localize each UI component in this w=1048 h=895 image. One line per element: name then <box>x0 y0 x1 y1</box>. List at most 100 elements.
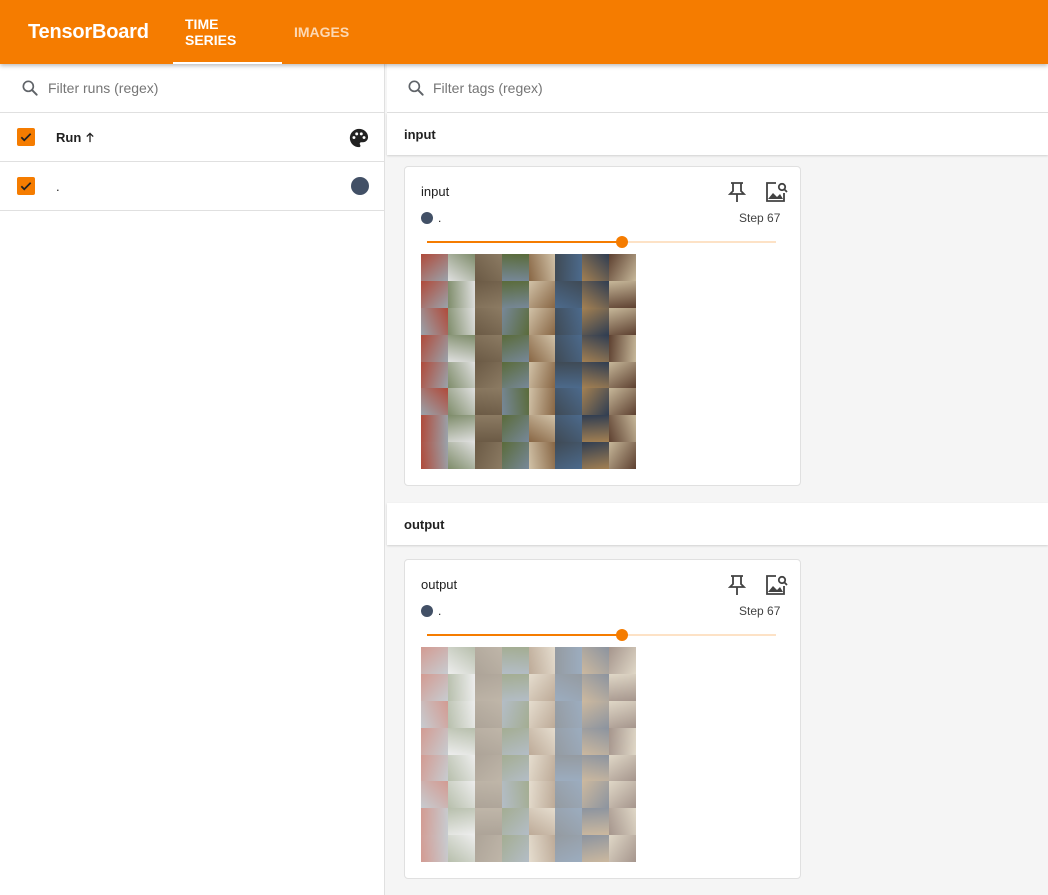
image-tile <box>421 727 448 755</box>
image-tile <box>421 673 448 701</box>
image-tile <box>528 727 556 755</box>
step-slider-fill <box>427 241 623 243</box>
run-checkbox[interactable] <box>17 177 35 195</box>
step-slider[interactable] <box>427 629 776 641</box>
run-column-header[interactable]: Run <box>56 130 95 145</box>
image-tile <box>582 280 610 308</box>
step-slider[interactable] <box>427 236 776 248</box>
tab-images[interactable]: IMAGES <box>282 0 361 64</box>
image-tile <box>421 415 448 443</box>
image-tile <box>421 442 448 469</box>
image-search-icon[interactable] <box>764 574 788 596</box>
image-tile <box>582 754 610 782</box>
run-color-swatch[interactable] <box>351 177 369 195</box>
image-tile <box>555 647 583 674</box>
run-row: . <box>0 162 384 211</box>
image-tile <box>555 727 583 755</box>
image-tile <box>609 388 636 416</box>
runs-filter[interactable]: Filter runs (regex) <box>0 64 384 113</box>
image-tile <box>447 334 475 362</box>
image-tile <box>555 361 583 389</box>
image-tile <box>421 388 448 416</box>
image-tile <box>474 781 502 809</box>
image-tile <box>528 647 556 674</box>
image-tile <box>609 835 636 862</box>
image-tile <box>447 673 475 701</box>
runs-filter-input[interactable]: Filter runs (regex) <box>48 80 158 96</box>
step-label: Step 67 <box>739 211 781 225</box>
image-tile <box>582 388 610 416</box>
image-tile <box>555 307 583 335</box>
run-name: . <box>56 178 60 194</box>
tab-time-series[interactable]: TIME SERIES <box>173 0 282 64</box>
image-tile <box>555 280 583 308</box>
image-tile <box>609 442 636 469</box>
image-tile <box>555 700 583 728</box>
image-tile <box>447 808 475 836</box>
image-tile <box>447 307 475 335</box>
pin-icon[interactable] <box>728 574 746 596</box>
pin-icon[interactable] <box>728 181 746 203</box>
image-tile <box>474 647 502 674</box>
image-tile <box>474 727 502 755</box>
image-tile <box>555 415 583 443</box>
image-tile <box>447 835 475 862</box>
image-tile <box>447 442 475 469</box>
runs-sidebar: Filter runs (regex) Run . <box>0 64 385 895</box>
image-tile <box>582 835 610 862</box>
image-tile <box>474 700 502 728</box>
image-tile <box>609 700 636 728</box>
image-tile <box>555 808 583 836</box>
image-tile <box>609 254 636 281</box>
step-slider-fill <box>427 634 623 636</box>
image-tile <box>609 415 636 443</box>
image-tile <box>501 647 529 674</box>
image-tile <box>609 361 636 389</box>
image-tile <box>474 835 502 862</box>
card-title: output <box>421 577 458 592</box>
image-tile <box>609 781 636 809</box>
tags-filter-input[interactable]: Filter tags (regex) <box>433 80 543 96</box>
image-tile <box>528 280 556 308</box>
image-tile <box>528 673 556 701</box>
tags-filter[interactable]: Filter tags (regex) <box>387 64 1048 113</box>
image-tile <box>421 307 448 335</box>
image-tile <box>582 700 610 728</box>
palette-icon[interactable] <box>348 127 370 149</box>
image-tile <box>555 781 583 809</box>
image-tile <box>528 415 556 443</box>
image-tile <box>447 280 475 308</box>
image-tile <box>501 307 529 335</box>
image-tile <box>447 415 475 443</box>
image-tile <box>555 754 583 782</box>
step-slider-thumb[interactable] <box>616 629 629 641</box>
image-tile <box>609 647 636 674</box>
image-tile <box>447 254 475 281</box>
run-color-dot <box>421 605 433 617</box>
image-card: output . Step 67 <box>404 559 801 879</box>
image-tile <box>474 388 502 416</box>
image-tile <box>421 781 448 809</box>
image-tile <box>609 727 636 755</box>
select-all-checkbox[interactable] <box>17 128 35 146</box>
image-tile <box>421 647 448 674</box>
image-tile <box>528 254 556 281</box>
image-grid <box>421 647 636 862</box>
image-tile <box>421 280 448 308</box>
image-tile <box>582 673 610 701</box>
image-tile <box>582 254 610 281</box>
group-header: output <box>387 503 1048 545</box>
image-tile <box>501 808 529 836</box>
image-tile <box>447 754 475 782</box>
image-tile <box>555 254 583 281</box>
image-search-icon[interactable] <box>764 181 788 203</box>
image-tile <box>421 835 448 862</box>
run-column-label: Run <box>56 129 82 145</box>
image-tile <box>421 254 448 281</box>
group-output: output <box>387 503 1048 545</box>
image-tile <box>501 415 529 443</box>
step-slider-thumb[interactable] <box>616 236 629 248</box>
image-tile <box>501 280 529 308</box>
image-tile <box>447 727 475 755</box>
image-tile <box>421 361 448 389</box>
